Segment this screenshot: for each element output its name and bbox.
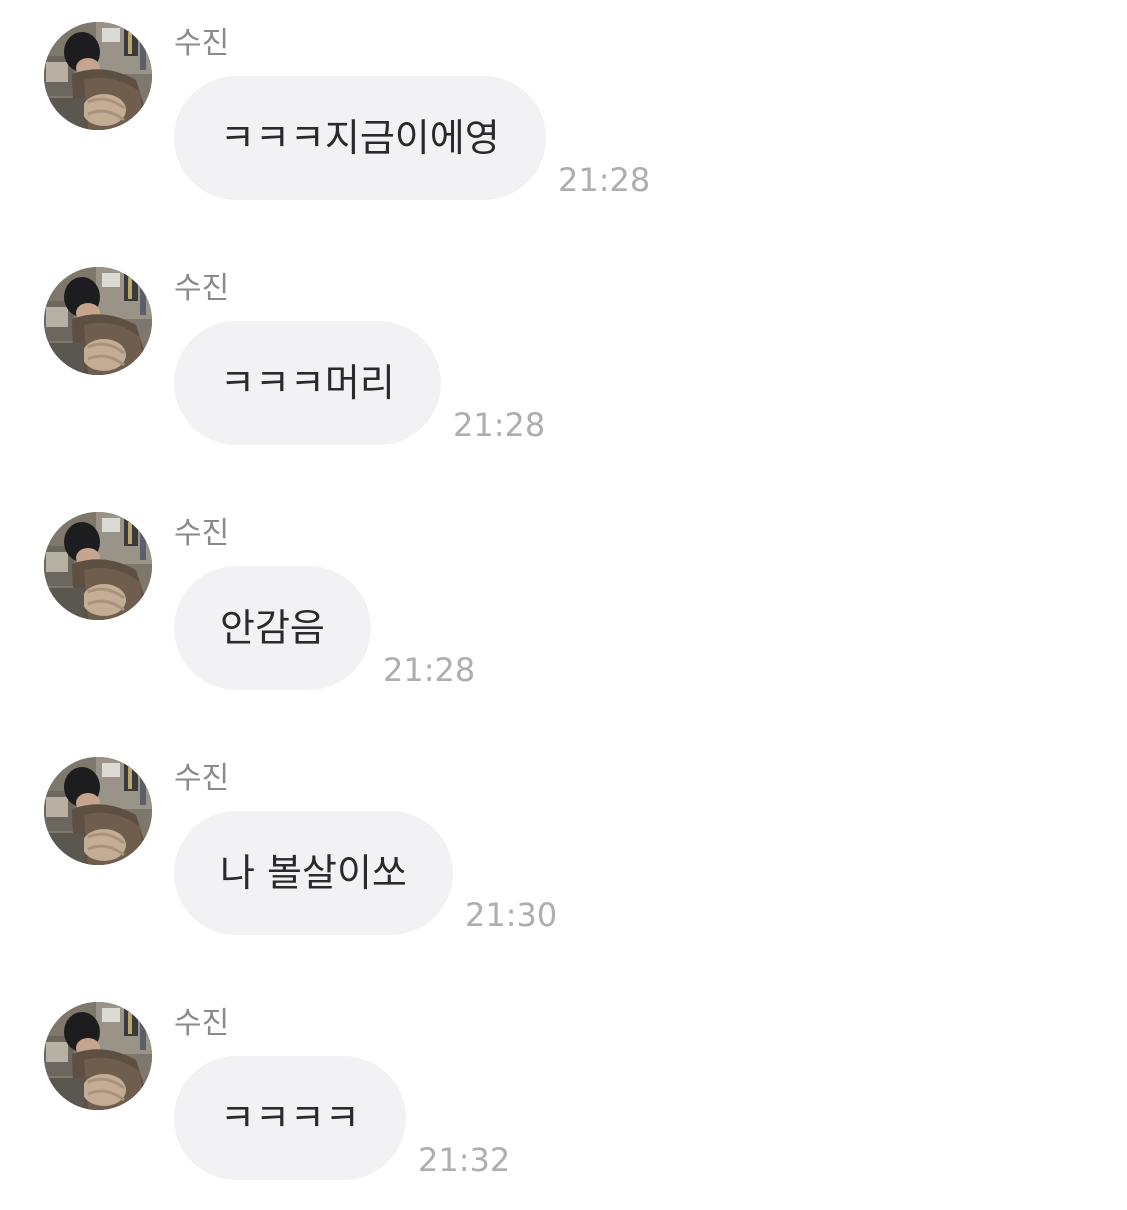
message-bubble[interactable]: ㅋㅋㅋ지금이에영 <box>174 76 546 200</box>
avatar[interactable] <box>44 267 152 375</box>
message-bubble[interactable]: 나 볼살이쏘 <box>174 811 453 935</box>
message-bubble[interactable]: ㅋㅋㅋㅋ <box>174 1056 406 1180</box>
avatar[interactable] <box>44 22 152 130</box>
chat-message-list[interactable]: 수진 ㅋㅋㅋ지금이에영 21:28 수진 ㅋㅋㅋ머리 21:28 수진 안감음 … <box>0 0 1127 1200</box>
sender-name: 수진 <box>174 1006 230 1041</box>
profile-photo-icon <box>44 1002 152 1110</box>
profile-photo-icon <box>44 267 152 375</box>
sender-name: 수진 <box>174 26 230 61</box>
message-row: 수진 ㅋㅋㅋ머리 21:28 <box>0 245 1127 475</box>
avatar[interactable] <box>44 757 152 865</box>
profile-photo-icon <box>44 512 152 620</box>
message-row: 수진 나 볼살이쏘 21:30 <box>0 735 1127 965</box>
message-row: 수진 ㅋㅋㅋ지금이에영 21:28 <box>0 0 1127 230</box>
message-time: 21:28 <box>383 651 476 689</box>
avatar[interactable] <box>44 512 152 620</box>
message-time: 21:28 <box>558 161 651 199</box>
profile-photo-icon <box>44 22 152 130</box>
message-time: 21:32 <box>418 1141 511 1179</box>
sender-name: 수진 <box>174 761 230 796</box>
message-bubble[interactable]: 안감음 <box>174 566 371 690</box>
message-row: 수진 안감음 21:28 <box>0 490 1127 720</box>
profile-photo-icon <box>44 757 152 865</box>
message-time: 21:28 <box>453 406 546 444</box>
sender-name: 수진 <box>174 271 230 306</box>
message-time: 21:30 <box>465 896 558 934</box>
avatar[interactable] <box>44 1002 152 1110</box>
message-bubble[interactable]: ㅋㅋㅋ머리 <box>174 321 441 445</box>
sender-name: 수진 <box>174 516 230 551</box>
message-row: 수진 ㅋㅋㅋㅋ 21:32 <box>0 980 1127 1210</box>
